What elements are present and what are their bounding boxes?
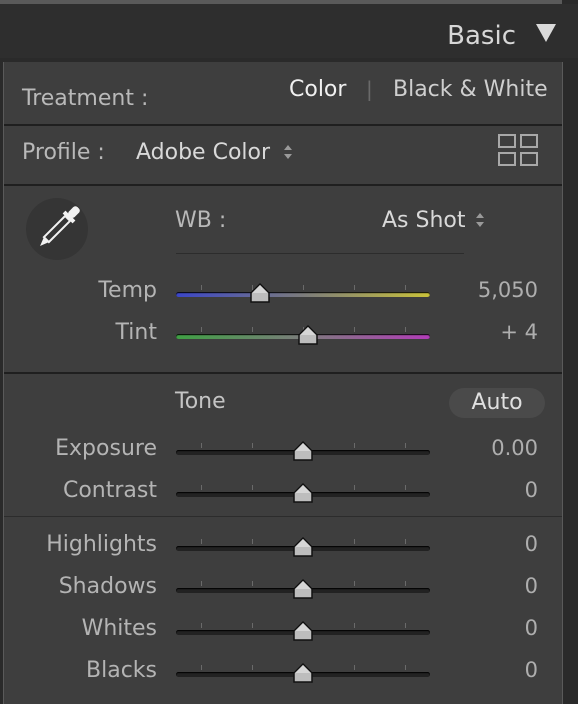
slider-tick [252,485,253,490]
highlights-slider-thumb[interactable] [292,536,314,558]
tint-slider[interactable] [176,324,430,346]
divider [4,124,562,126]
slider-tick [405,581,406,586]
slider-tick [252,623,253,628]
slider-tick [252,581,253,586]
slider-tick [252,539,253,544]
wb-dropdown[interactable]: As Shot [382,208,466,233]
slider-tick [354,327,355,332]
slider-tick [405,327,406,332]
slider-tick [405,485,406,490]
treatment-divider: | [366,77,373,101]
blacks-slider-thumb[interactable] [292,662,314,684]
panel-header[interactable]: Basic [0,4,578,58]
exposure-label: Exposure [55,436,157,461]
slider-tick [201,581,202,586]
tint-value[interactable]: + 4 [500,320,538,344]
slider-tick [354,581,355,586]
contrast-slider-thumb[interactable] [292,482,314,504]
basic-panel: Basic Treatment : Color | Black & White … [0,0,578,704]
whites-value[interactable]: 0 [525,616,538,640]
panel-body: Treatment : Color | Black & White Profil… [3,62,563,704]
exposure-slider-thumb[interactable] [292,440,314,462]
slider-tick [252,327,253,332]
profile-stepper-icon[interactable] [284,145,292,159]
slider-tick [405,443,406,448]
slider-tick [201,485,202,490]
slider-tick [201,443,202,448]
whites-label: Whites [81,616,157,641]
highlights-value[interactable]: 0 [525,532,538,556]
shadows-value[interactable]: 0 [525,574,538,598]
eyedropper-button[interactable] [26,198,88,260]
slider-tick [303,285,304,290]
shadows-slider[interactable] [176,578,430,600]
tint-slider-thumb[interactable] [297,324,319,346]
profile-browser-grid-icon[interactable] [498,134,538,166]
treatment-bw-option[interactable]: Black & White [393,77,548,102]
profile-dropdown[interactable]: Adobe Color [136,140,270,165]
exposure-value[interactable]: 0.00 [491,436,538,460]
eyedropper-icon [40,206,80,246]
divider [4,516,562,517]
whites-slider[interactable] [176,620,430,642]
slider-tick [405,285,406,290]
collapse-triangle-icon[interactable] [536,24,556,42]
treatment-color-option[interactable]: Color [289,77,346,102]
slider-tick [201,623,202,628]
auto-tone-button[interactable]: Auto [449,388,545,418]
slider-tick [405,623,406,628]
shadows-label: Shadows [58,574,157,599]
contrast-value[interactable]: 0 [525,478,538,502]
highlights-label: Highlights [46,532,157,557]
treatment-label: Treatment : [22,86,149,111]
highlights-slider[interactable] [176,536,430,558]
shadows-slider-thumb[interactable] [292,578,314,600]
slider-tick [252,665,253,670]
slider-tick [354,485,355,490]
contrast-slider[interactable] [176,482,430,504]
blacks-value[interactable]: 0 [525,658,538,682]
wb-label: WB : [175,208,227,233]
tone-heading: Tone [175,389,226,414]
slider-tick [405,665,406,670]
slider-tick [201,285,202,290]
wb-underline [176,253,464,254]
temp-slider-track[interactable] [176,292,430,297]
slider-tick [201,327,202,332]
wb-stepper-icon[interactable] [476,213,484,227]
slider-tick [201,665,202,670]
slider-tick [354,539,355,544]
temp-slider[interactable] [176,282,430,304]
divider [4,372,562,374]
slider-tick [405,539,406,544]
profile-label: Profile : [22,140,105,165]
contrast-label: Contrast [62,478,157,503]
exposure-slider[interactable] [176,440,430,462]
blacks-slider[interactable] [176,662,430,684]
slider-tick [354,665,355,670]
temp-slider-thumb[interactable] [249,282,271,304]
slider-tick [354,623,355,628]
temp-value[interactable]: 5,050 [478,278,538,302]
whites-slider-thumb[interactable] [292,620,314,642]
panel-title: Basic [447,21,516,51]
temp-label: Temp [98,278,157,303]
slider-tick [252,443,253,448]
slider-tick [201,539,202,544]
slider-tick [354,443,355,448]
blacks-label: Blacks [86,658,157,683]
divider [4,184,562,186]
tint-label: Tint [115,320,157,345]
slider-tick [354,285,355,290]
